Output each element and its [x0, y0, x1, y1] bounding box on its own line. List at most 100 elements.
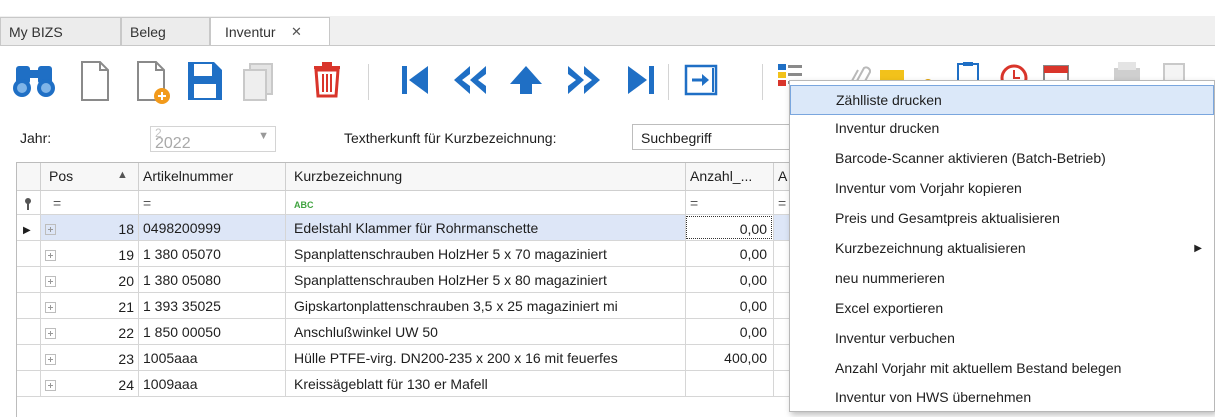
menu-item-label: Preis und Gesamtpreis aktualisieren	[835, 210, 1060, 226]
anzahl-cell[interactable]: 0,00	[686, 319, 774, 345]
menu-item-excel-exportieren[interactable]: Excel exportieren	[790, 294, 1214, 324]
menu-item-preis-aktualisieren[interactable]: Preis und Gesamtpreis aktualisieren	[790, 204, 1214, 234]
menu-item-kurzbezeichnung-aktualisieren[interactable]: Kurzbezeichnung aktualisieren ▶	[790, 234, 1214, 264]
filter-anzahl[interactable]: =	[686, 191, 774, 215]
filter-artikelnummer[interactable]: =	[139, 191, 286, 215]
previous-record-icon[interactable]	[504, 54, 548, 106]
expand-row-icon[interactable]	[45, 354, 56, 365]
expand-row-icon[interactable]	[45, 380, 56, 391]
column-header-pos[interactable]: Pos ▲	[41, 163, 139, 191]
menu-item-label: neu nummerieren	[835, 270, 945, 286]
new-document-add-icon[interactable]	[132, 54, 176, 106]
pos-cell[interactable]: 19	[41, 241, 139, 267]
kurzbezeichnung-cell[interactable]: Spanplattenschrauben HolzHer 5 x 70 maga…	[286, 241, 686, 267]
previous-page-icon[interactable]	[448, 54, 492, 106]
artikelnummer-cell[interactable]: 1 380 05070	[139, 241, 286, 267]
pos-cell[interactable]: 22	[41, 319, 139, 345]
expand-row-icon[interactable]	[45, 328, 56, 339]
pos-cell[interactable]: 21	[41, 293, 139, 319]
anzahl-cell[interactable]: 0,00	[686, 293, 774, 319]
column-header-kurzbezeichnung[interactable]: Kurzbezeichnung	[286, 163, 686, 191]
chevron-down-icon[interactable]: ▼	[258, 130, 269, 142]
next-page-icon[interactable]	[562, 54, 606, 106]
tab-beleg[interactable]: Beleg	[121, 17, 210, 46]
save-icon[interactable]	[182, 54, 226, 106]
export-icon[interactable]	[680, 54, 724, 106]
toolbar-separator	[668, 64, 669, 100]
pin-icon	[17, 191, 41, 215]
row-indicator	[17, 241, 41, 267]
anzahl-cell[interactable]: 0,00	[686, 241, 774, 267]
menu-item-label: Inventur drucken	[835, 120, 940, 136]
textherkunft-value: Suchbegriff	[641, 130, 712, 146]
artikelnummer-cell[interactable]: 1 850 00050	[139, 319, 286, 345]
expand-row-icon[interactable]	[45, 302, 56, 313]
anzahl-cell[interactable]: 0,00	[686, 215, 774, 241]
kurzbezeichnung-cell[interactable]: Anschlußwinkel UW 50	[286, 319, 686, 345]
sort-ascending-icon: ▲	[117, 169, 128, 181]
kurzbezeichnung-cell[interactable]: Hülle PTFE-virg. DN200-235 x 200 x 16 mi…	[286, 345, 686, 371]
artikelnummer-cell[interactable]: 1 393 35025	[139, 293, 286, 319]
pos-cell[interactable]: 18	[41, 215, 139, 241]
menu-item-inventur-hws[interactable]: Inventur von HWS übernehmen	[790, 383, 1214, 413]
first-record-icon[interactable]	[396, 54, 440, 106]
header-indicator-cell	[17, 163, 41, 191]
textherkunft-combo[interactable]: Suchbegriff	[632, 124, 802, 150]
row-indicator-icon: ▶	[17, 215, 41, 241]
filter-pos[interactable]: =	[41, 191, 139, 215]
copy-icon[interactable]	[236, 54, 280, 106]
tab-my-bizs[interactable]: My BIZS	[0, 17, 121, 46]
menu-item-inventur-vorjahr-kopieren[interactable]: Inventur vom Vorjahr kopieren	[790, 174, 1214, 204]
toolbar-separator	[368, 64, 369, 100]
close-tab-icon[interactable]: ✕	[291, 24, 302, 40]
tab-inventur[interactable]: Inventur ✕	[210, 17, 330, 47]
last-record-icon[interactable]	[618, 54, 662, 106]
artikelnummer-cell[interactable]: 1009aaa	[139, 371, 286, 397]
column-header-anzahl[interactable]: Anzahl_...	[686, 163, 774, 191]
menu-item-neu-nummerieren[interactable]: neu nummerieren	[790, 264, 1214, 294]
tab-strip: My BIZS Beleg Inventur ✕	[0, 0, 1215, 47]
menu-item-label: Anzahl Vorjahr mit aktuellem Bestand bel…	[835, 360, 1122, 376]
toolbar-separator	[762, 64, 763, 100]
pos-cell[interactable]: 23	[41, 345, 139, 371]
menu-item-inventur-verbuchen[interactable]: Inventur verbuchen	[790, 324, 1214, 354]
anzahl-cell[interactable]	[686, 371, 774, 397]
row-indicator	[17, 371, 41, 397]
artikelnummer-cell[interactable]: 0498200999	[139, 215, 286, 241]
tab-label: Inventur	[225, 24, 276, 40]
expand-row-icon[interactable]	[45, 276, 56, 287]
tab-label: My BIZS	[9, 24, 63, 40]
delete-icon[interactable]	[306, 54, 350, 106]
menu-item-label: Zählliste drucken	[836, 92, 942, 108]
kurzbezeichnung-cell[interactable]: Gipskartonplattenschrauben 3,5 x 25 maga…	[286, 293, 686, 319]
expand-row-icon[interactable]	[45, 250, 56, 261]
pos-cell[interactable]: 20	[41, 267, 139, 293]
report-context-menu: Zählliste drucken Inventur drucken Barco…	[789, 80, 1215, 412]
artikelnummer-cell[interactable]: 1 380 05080	[139, 267, 286, 293]
jahr-combo[interactable]: 2 2022 ▼	[150, 126, 276, 152]
tab-label: Beleg	[130, 24, 166, 40]
menu-item-label: Inventur vom Vorjahr kopieren	[835, 180, 1022, 196]
expand-row-icon[interactable]	[45, 224, 56, 235]
window-top	[0, 0, 1215, 16]
binoculars-icon[interactable]	[12, 54, 56, 106]
pos-cell[interactable]: 24	[41, 371, 139, 397]
kurzbezeichnung-cell[interactable]: Edelstahl Klammer für Rohrmanschette	[286, 215, 686, 241]
row-indicator	[17, 267, 41, 293]
column-header-artikelnummer[interactable]: Artikelnummer	[139, 163, 286, 191]
menu-item-label: Kurzbezeichnung aktualisieren	[835, 240, 1026, 256]
new-document-icon[interactable]	[74, 54, 118, 106]
kurzbezeichnung-cell[interactable]: Spanplattenschrauben HolzHer 5 x 80 maga…	[286, 267, 686, 293]
abc-filter-icon: ABC	[294, 200, 314, 210]
menu-item-inventur-drucken[interactable]: Inventur drucken	[790, 114, 1214, 144]
anzahl-cell[interactable]: 400,00	[686, 345, 774, 371]
filter-kurzbezeichnung[interactable]: ABC	[286, 191, 686, 215]
menu-item-label: Excel exportieren	[835, 300, 944, 316]
anzahl-cell[interactable]: 0,00	[686, 267, 774, 293]
menu-item-barcode-scanner[interactable]: Barcode-Scanner aktivieren (Batch-Betrie…	[790, 144, 1214, 174]
artikelnummer-cell[interactable]: 1005aaa	[139, 345, 286, 371]
kurzbezeichnung-cell[interactable]: Kreissägeblatt für 130 er Mafell	[286, 371, 686, 397]
menu-item-zaehlliste-drucken[interactable]: Zählliste drucken	[790, 85, 1214, 115]
menu-item-anzahl-vorjahr[interactable]: Anzahl Vorjahr mit aktuellem Bestand bel…	[790, 354, 1214, 384]
submenu-arrow-icon: ▶	[1194, 243, 1202, 254]
